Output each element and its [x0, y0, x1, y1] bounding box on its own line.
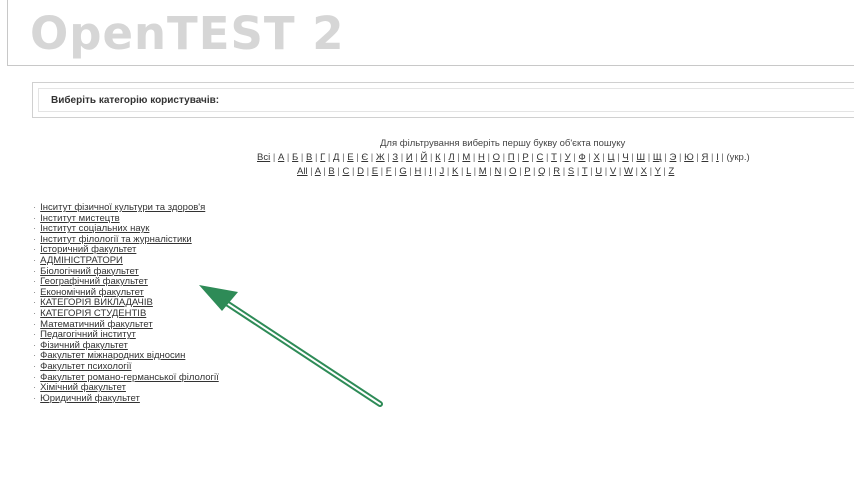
- arrow-shape: [199, 285, 383, 407]
- annotation-arrow: [199, 285, 383, 407]
